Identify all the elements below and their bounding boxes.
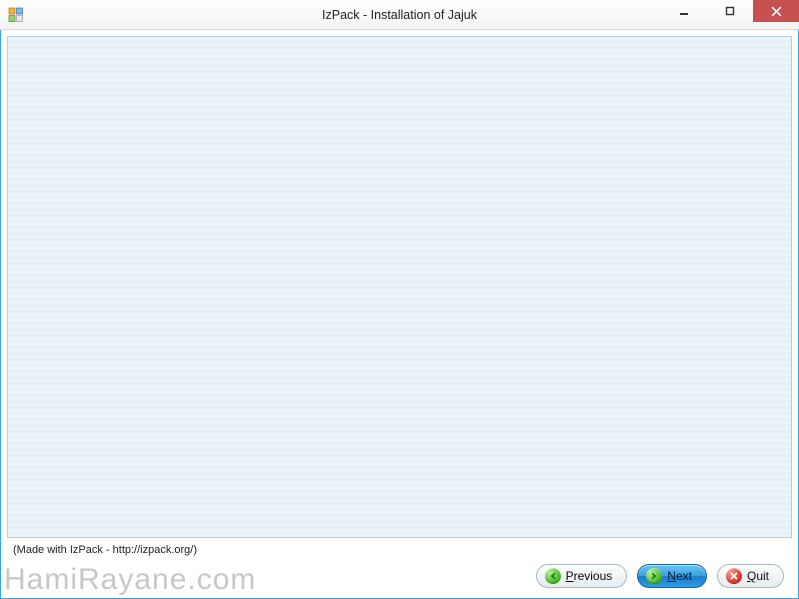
next-button[interactable]: Next: [637, 564, 707, 588]
next-button-label: Next: [667, 569, 692, 583]
quit-button-label: Quit: [747, 569, 769, 583]
close-button[interactable]: [753, 0, 799, 22]
app-icon: [8, 7, 24, 23]
previous-button[interactable]: Previous: [536, 564, 628, 588]
wizard-button-bar: Previous Next Quit: [536, 564, 784, 588]
minimize-button[interactable]: [661, 0, 707, 22]
maximize-button[interactable]: [707, 0, 753, 22]
window-controls: [661, 0, 799, 29]
window-client-area: (Made with IzPack - http://izpack.org/) …: [0, 30, 799, 599]
installer-content-panel: [7, 36, 792, 538]
title-bar: IzPack - Installation of Jajuk: [0, 0, 799, 30]
close-icon: [726, 568, 742, 584]
arrow-left-icon: [545, 568, 561, 584]
previous-button-label: Previous: [566, 569, 613, 583]
arrow-right-icon: [646, 568, 662, 584]
quit-button[interactable]: Quit: [717, 564, 784, 588]
footer-credit: (Made with IzPack - http://izpack.org/): [13, 544, 790, 556]
